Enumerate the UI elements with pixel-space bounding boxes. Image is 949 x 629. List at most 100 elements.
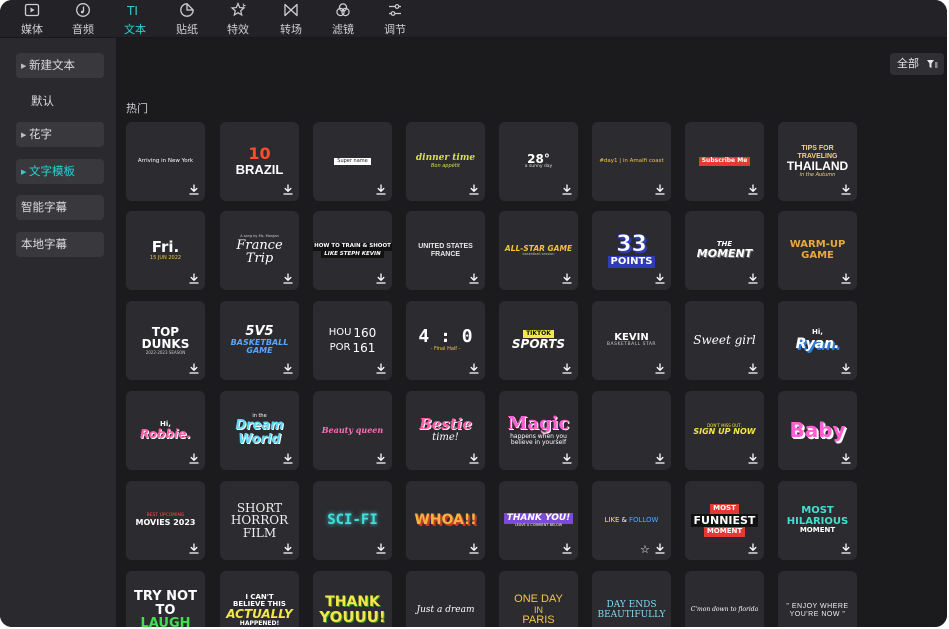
template-card-thankyouuu[interactable]: THANK YOUUU! bbox=[313, 571, 392, 627]
sidebar-item-3[interactable]: ▶ 花字 bbox=[16, 122, 104, 147]
download-icon[interactable] bbox=[189, 453, 199, 464]
download-icon[interactable] bbox=[376, 184, 386, 195]
template-card-usfrance[interactable]: UNITED STATES FRANCE bbox=[406, 211, 485, 290]
template-card-ryan[interactable]: Hi, Ryan. bbox=[778, 301, 857, 380]
template-card-magic[interactable]: Magic happens when you believe in yourself bbox=[499, 391, 578, 470]
template-card-hilarious[interactable]: MOST HILARIOUS MOMENT bbox=[778, 481, 857, 560]
tab-adjust[interactable]: 调节 bbox=[373, 2, 417, 36]
tab-transition[interactable]: 转场 bbox=[269, 2, 313, 36]
download-icon[interactable] bbox=[748, 273, 758, 284]
template-card-score[interactable]: HOU 160 POR 161 bbox=[313, 301, 392, 380]
template-card-france[interactable]: A song by Ms. Morgan France Trip bbox=[220, 211, 299, 290]
template-card-howto[interactable]: HOW TO TRAIN & SHOOT LIKE STEPH KEVIN bbox=[313, 211, 392, 290]
download-icon[interactable] bbox=[748, 184, 758, 195]
download-icon[interactable] bbox=[655, 363, 665, 374]
download-icon[interactable] bbox=[283, 363, 293, 374]
template-card-cantbelieve[interactable]: I CAN'T BELIEVE THIS ACTUALLY HAPPENED! bbox=[220, 571, 299, 627]
download-icon[interactable] bbox=[841, 453, 851, 464]
template-card-robbie[interactable]: Hi, Robbie. bbox=[126, 391, 205, 470]
download-icon[interactable] bbox=[748, 543, 758, 554]
download-icon[interactable] bbox=[562, 363, 572, 374]
download-icon[interactable] bbox=[376, 543, 386, 554]
template-card-whoa[interactable]: WHOA!! bbox=[406, 481, 485, 560]
download-icon[interactable] bbox=[841, 273, 851, 284]
download-icon[interactable] bbox=[469, 184, 479, 195]
download-icon[interactable] bbox=[376, 363, 386, 374]
download-icon[interactable] bbox=[283, 184, 293, 195]
template-card-enjoy[interactable]: " ENJOY WHERE YOU'RE NOW " bbox=[778, 571, 857, 627]
filter-dropdown-button[interactable]: 全部 bbox=[890, 53, 944, 75]
tab-effects[interactable]: 特效 bbox=[216, 1, 260, 36]
template-card-baby[interactable]: Baby bbox=[778, 391, 857, 470]
sidebar-item-5[interactable]: 智能字幕 bbox=[16, 195, 104, 220]
download-icon[interactable] bbox=[469, 453, 479, 464]
download-icon[interactable] bbox=[562, 453, 572, 464]
sidebar-item-6[interactable]: 本地字幕 bbox=[16, 232, 104, 257]
download-icon[interactable] bbox=[283, 453, 293, 464]
template-card-weather[interactable]: 28° a sunny day bbox=[499, 122, 578, 201]
template-card-arriving[interactable]: Arriving in New York bbox=[126, 122, 205, 201]
template-card-movies[interactable]: BEST UPCOMING MOVIES 2023 bbox=[126, 481, 205, 560]
download-icon[interactable] bbox=[841, 184, 851, 195]
template-card-horror[interactable]: SHORT HORROR FILM bbox=[220, 481, 299, 560]
template-card-florida[interactable]: C'mon down to florida bbox=[685, 571, 764, 627]
download-icon[interactable] bbox=[562, 543, 572, 554]
template-card-justdream[interactable]: Just a dream bbox=[406, 571, 485, 627]
download-icon[interactable] bbox=[469, 543, 479, 554]
download-icon[interactable] bbox=[189, 273, 199, 284]
template-card-kevin[interactable]: KEVIN BASKETBALL STAR bbox=[592, 301, 671, 380]
template-card-dinner[interactable]: dinner time Bon appétit bbox=[406, 122, 485, 201]
sidebar-item-4[interactable]: ▶ 文字模板 bbox=[16, 159, 104, 184]
download-icon[interactable] bbox=[748, 363, 758, 374]
tab-audio[interactable]: 音频 bbox=[61, 2, 105, 36]
download-icon[interactable] bbox=[469, 273, 479, 284]
template-card-allstar[interactable]: ALL-STAR GAME basketball session bbox=[499, 211, 578, 290]
download-icon[interactable] bbox=[376, 453, 386, 464]
download-icon[interactable] bbox=[562, 184, 572, 195]
download-icon[interactable] bbox=[189, 184, 199, 195]
template-card-dayends[interactable]: DAY ENDS BEAUTIFULLY bbox=[592, 571, 671, 627]
template-card-moment[interactable]: THE MOMENT bbox=[685, 211, 764, 290]
sidebar-item-1[interactable]: ▶ 新建文本 bbox=[16, 53, 104, 78]
template-card-likefollow[interactable]: LIKE & FOLLOW ☆ bbox=[592, 481, 671, 560]
template-card-fri[interactable]: Fri. 15 JUN 2022 bbox=[126, 211, 205, 290]
template-card-paris[interactable]: ONE DAY IN PARIS bbox=[499, 571, 578, 627]
template-card-brazil[interactable]: 10 BRAZIL bbox=[220, 122, 299, 201]
template-card-bestie[interactable]: Bestie time! bbox=[406, 391, 485, 470]
template-card-sweet[interactable]: Sweet girl bbox=[685, 301, 764, 380]
template-card-signup[interactable]: DON'T MISS OUT, SIGN UP NOW bbox=[685, 391, 764, 470]
template-card-scifi[interactable]: SCI-FI bbox=[313, 481, 392, 560]
template-card-empty[interactable] bbox=[592, 391, 671, 470]
template-card-tiktok[interactable]: TIKTOK SPORTS bbox=[499, 301, 578, 380]
template-card-fourzero[interactable]: 4 : 0- Final Half - bbox=[406, 301, 485, 380]
template-card-thankyou[interactable]: THANK YOU! LEAVE A COMMENT BELOW bbox=[499, 481, 578, 560]
star-icon[interactable]: ☆ bbox=[640, 544, 651, 555]
download-icon[interactable] bbox=[376, 273, 386, 284]
template-card-warmup[interactable]: WARM-UP GAME bbox=[778, 211, 857, 290]
template-card-funniest[interactable]: MOST FUNNIEST MOMENT bbox=[685, 481, 764, 560]
tab-filter[interactable]: 滤镜 bbox=[321, 2, 365, 36]
template-card-dunks[interactable]: TOP DUNKS 2022-2023 SEASON bbox=[126, 301, 205, 380]
download-icon[interactable] bbox=[841, 363, 851, 374]
tab-media[interactable]: 媒体 bbox=[10, 2, 54, 36]
download-icon[interactable] bbox=[283, 273, 293, 284]
template-card-dream[interactable]: in the Dream World bbox=[220, 391, 299, 470]
template-card-subscribe[interactable]: Subscribe Me bbox=[685, 122, 764, 201]
sidebar-item-2[interactable]: 默认 bbox=[16, 89, 104, 114]
download-icon[interactable] bbox=[189, 363, 199, 374]
download-icon[interactable] bbox=[562, 273, 572, 284]
template-card-searchbar[interactable]: Super name bbox=[313, 122, 392, 201]
template-card-beauty[interactable]: Beauty queen bbox=[313, 391, 392, 470]
download-icon[interactable] bbox=[655, 273, 665, 284]
download-icon[interactable] bbox=[469, 363, 479, 374]
download-icon[interactable] bbox=[283, 543, 293, 554]
template-card-amalfi[interactable]: #day1 | in Amalfi coast bbox=[592, 122, 671, 201]
download-icon[interactable] bbox=[655, 543, 665, 554]
tab-sticker[interactable]: 贴纸 bbox=[165, 2, 209, 36]
download-icon[interactable] bbox=[655, 184, 665, 195]
download-icon[interactable] bbox=[189, 543, 199, 554]
download-icon[interactable] bbox=[655, 453, 665, 464]
tab-text[interactable]: TI 文本 bbox=[113, 2, 157, 36]
template-card-trynot[interactable]: TRY NOT TO LAUGH bbox=[126, 571, 205, 627]
template-card-points[interactable]: 33 POINTS bbox=[592, 211, 671, 290]
